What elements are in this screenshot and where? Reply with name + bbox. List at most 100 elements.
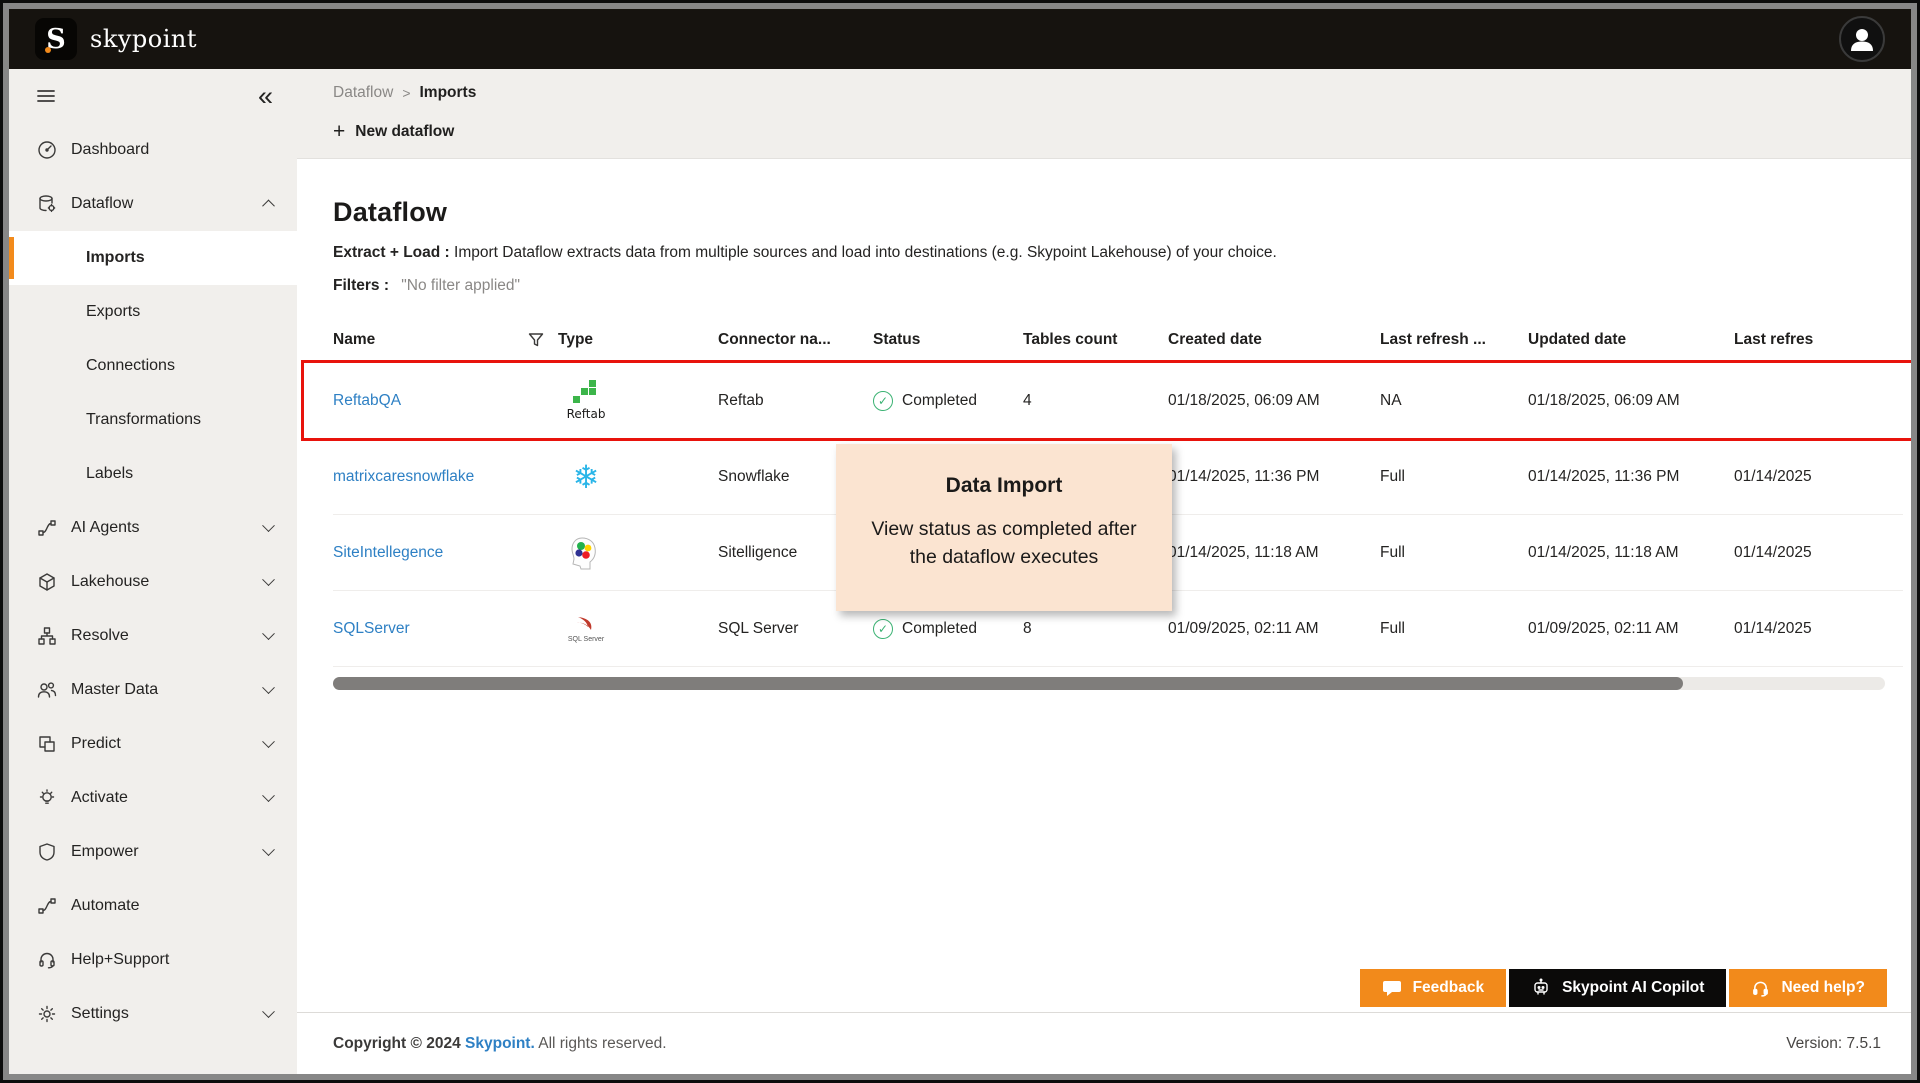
status-cell: ✓ Completed [873, 390, 1023, 411]
hierarchy-icon [36, 626, 57, 647]
chevron-down-icon [262, 680, 275, 694]
chevron-down-icon [262, 518, 275, 532]
filters-line: Filters : "No filter applied" [333, 277, 1911, 295]
table-row[interactable]: ReftabQA Reftab Reftab ✓ Completed 4 01/… [333, 363, 1903, 439]
footer: Copyright © 2024 Skypoint. All rights re… [297, 1012, 1911, 1074]
dataflow-table: Name Type Connector na... Status Tables … [301, 317, 1911, 690]
sidebar-item-label: Empower [71, 843, 139, 860]
column-header-status[interactable]: Status [873, 331, 1023, 349]
column-header-name[interactable]: Name [333, 331, 375, 349]
breadcrumb-dataflow[interactable]: Dataflow [333, 84, 393, 102]
sidebar-item-activate[interactable]: Activate [9, 771, 297, 825]
sidebar-item-label: Dataflow [71, 195, 134, 212]
copyright-prefix: Copyright © 2024 [333, 1034, 466, 1052]
people-icon [36, 680, 57, 701]
sidebar-item-label: Activate [71, 789, 128, 806]
sidebar-item-label: Master Data [71, 681, 159, 698]
sidebar-item-label: Dashboard [71, 141, 150, 158]
gear-icon [36, 1004, 57, 1025]
column-header-created-date[interactable]: Created date [1168, 331, 1380, 349]
column-header-last-refresh-date[interactable]: Last refres [1734, 331, 1903, 349]
sidebar-item-settings[interactable]: Settings [9, 987, 297, 1041]
sidebar-item-dataflow[interactable]: Dataflow [9, 177, 297, 231]
skypoint-ai-copilot-button[interactable]: Skypoint AI Copilot [1509, 969, 1727, 1007]
overlap-squares-icon [36, 734, 57, 755]
sidebar-item-label: Imports [86, 249, 145, 266]
dataflow-link[interactable]: SiteIntellegence [333, 544, 443, 561]
sidebar-item-dashboard[interactable]: Dashboard [9, 123, 297, 177]
chevron-down-icon [262, 842, 275, 856]
table-header-row: Name Type Connector na... Status Tables … [333, 317, 1903, 363]
column-header-type[interactable]: Type [558, 331, 718, 349]
last-refresh-type: Full [1380, 467, 1405, 485]
sidebar-item-resolve[interactable]: Resolve [9, 609, 297, 663]
sqlserver-logo: SQL Server [558, 615, 614, 643]
column-header-last-refresh-type[interactable]: Last refresh ... [1380, 331, 1528, 349]
sidebar-item-imports[interactable]: Imports [9, 231, 297, 285]
filters-value: "No filter applied" [401, 277, 520, 294]
tooltip-body: View status as completed after the dataf… [871, 518, 1137, 568]
sidebar-item-label: Settings [71, 1005, 129, 1022]
breadcrumb-separator: > [402, 85, 411, 101]
plus-icon: + [333, 120, 346, 143]
sidebar-item-exports[interactable]: Exports [9, 285, 297, 339]
chat-bubble-icon [1382, 980, 1401, 996]
filter-funnel-icon[interactable] [528, 332, 544, 348]
skypoint-footer-link[interactable]: Skypoint. [465, 1035, 535, 1052]
column-header-connector[interactable]: Connector na... [718, 331, 873, 349]
column-header-updated-date[interactable]: Updated date [1528, 331, 1734, 349]
feedback-button[interactable]: Feedback [1359, 969, 1507, 1007]
sidebar-collapse-icon[interactable]: « [258, 82, 273, 110]
page-header: Dataflow > Imports + New dataflow [297, 69, 1911, 159]
tables-count: 8 [1023, 619, 1032, 637]
dataflow-link[interactable]: SQLServer [333, 620, 410, 637]
sidebar-item-labels[interactable]: Labels [9, 447, 297, 501]
sidebar-item-label: AI Agents [71, 519, 140, 536]
copilot-label: Skypoint AI Copilot [1562, 979, 1705, 996]
hamburger-menu-icon[interactable] [36, 86, 56, 106]
copyright-suffix: All rights reserved. [534, 1034, 667, 1052]
sidebar-item-label: Automate [71, 897, 140, 914]
breadcrumb-imports: Imports [419, 84, 477, 101]
last-refresh-date: 01/14/2025 [1734, 467, 1812, 485]
connector-name: SQL Server [718, 619, 799, 637]
chevron-down-icon [262, 734, 275, 748]
description-rest: Import Dataflow extracts data from multi… [449, 244, 1277, 261]
sidebar-item-empower[interactable]: Empower [9, 825, 297, 879]
sidebar-item-transformations[interactable]: Transformations [9, 393, 297, 447]
need-help-button[interactable]: Need help? [1729, 969, 1887, 1007]
sidebar-item-label: Resolve [71, 627, 129, 644]
scrollbar-thumb[interactable] [333, 677, 1684, 690]
horizontal-scrollbar[interactable] [333, 677, 1885, 690]
headset-icon [36, 950, 57, 971]
sidebar-item-help-support[interactable]: Help+Support [9, 933, 297, 987]
connector-name: Reftab [718, 391, 764, 409]
last-refresh-date: 01/14/2025 [1734, 543, 1812, 561]
created-date: 01/14/2025, 11:18 AM [1168, 543, 1319, 561]
data-import-tooltip: Data Import View status as completed aft… [836, 444, 1172, 611]
new-dataflow-button[interactable]: + New dataflow [333, 121, 454, 142]
created-date: 01/09/2025, 02:11 AM [1168, 619, 1319, 637]
column-header-tables-count[interactable]: Tables count [1023, 331, 1168, 349]
dataflow-link[interactable]: matrixcaresnowflake [333, 468, 474, 485]
dataflow-link[interactable]: ReftabQA [333, 392, 401, 409]
sidebar-item-master-data[interactable]: Master Data [9, 663, 297, 717]
sidebar-item-connections[interactable]: Connections [9, 339, 297, 393]
description-bold: Extract + Load : [333, 244, 450, 261]
person-icon [1851, 29, 1873, 51]
sidebar-item-label: Transformations [86, 411, 201, 428]
copyright-text: Copyright © 2024 Skypoint. All rights re… [333, 1035, 667, 1053]
sidebar-item-automate[interactable]: Automate [9, 879, 297, 933]
sidebar-item-lakehouse[interactable]: Lakehouse [9, 555, 297, 609]
filters-label: Filters : [333, 277, 389, 294]
sidebar-item-predict[interactable]: Predict [9, 717, 297, 771]
topbar: S skypoint [9, 9, 1911, 69]
sidebar-item-ai-agents[interactable]: AI Agents [9, 501, 297, 555]
last-refresh-type: Full [1380, 619, 1405, 637]
chevron-down-icon [262, 572, 275, 586]
status-label: Completed [902, 619, 977, 637]
updated-date: 01/14/2025, 11:18 AM [1528, 543, 1679, 561]
user-avatar[interactable] [1839, 16, 1885, 62]
brand-name: skypoint [90, 25, 198, 53]
snowflake-logo: ❄ [572, 458, 600, 495]
